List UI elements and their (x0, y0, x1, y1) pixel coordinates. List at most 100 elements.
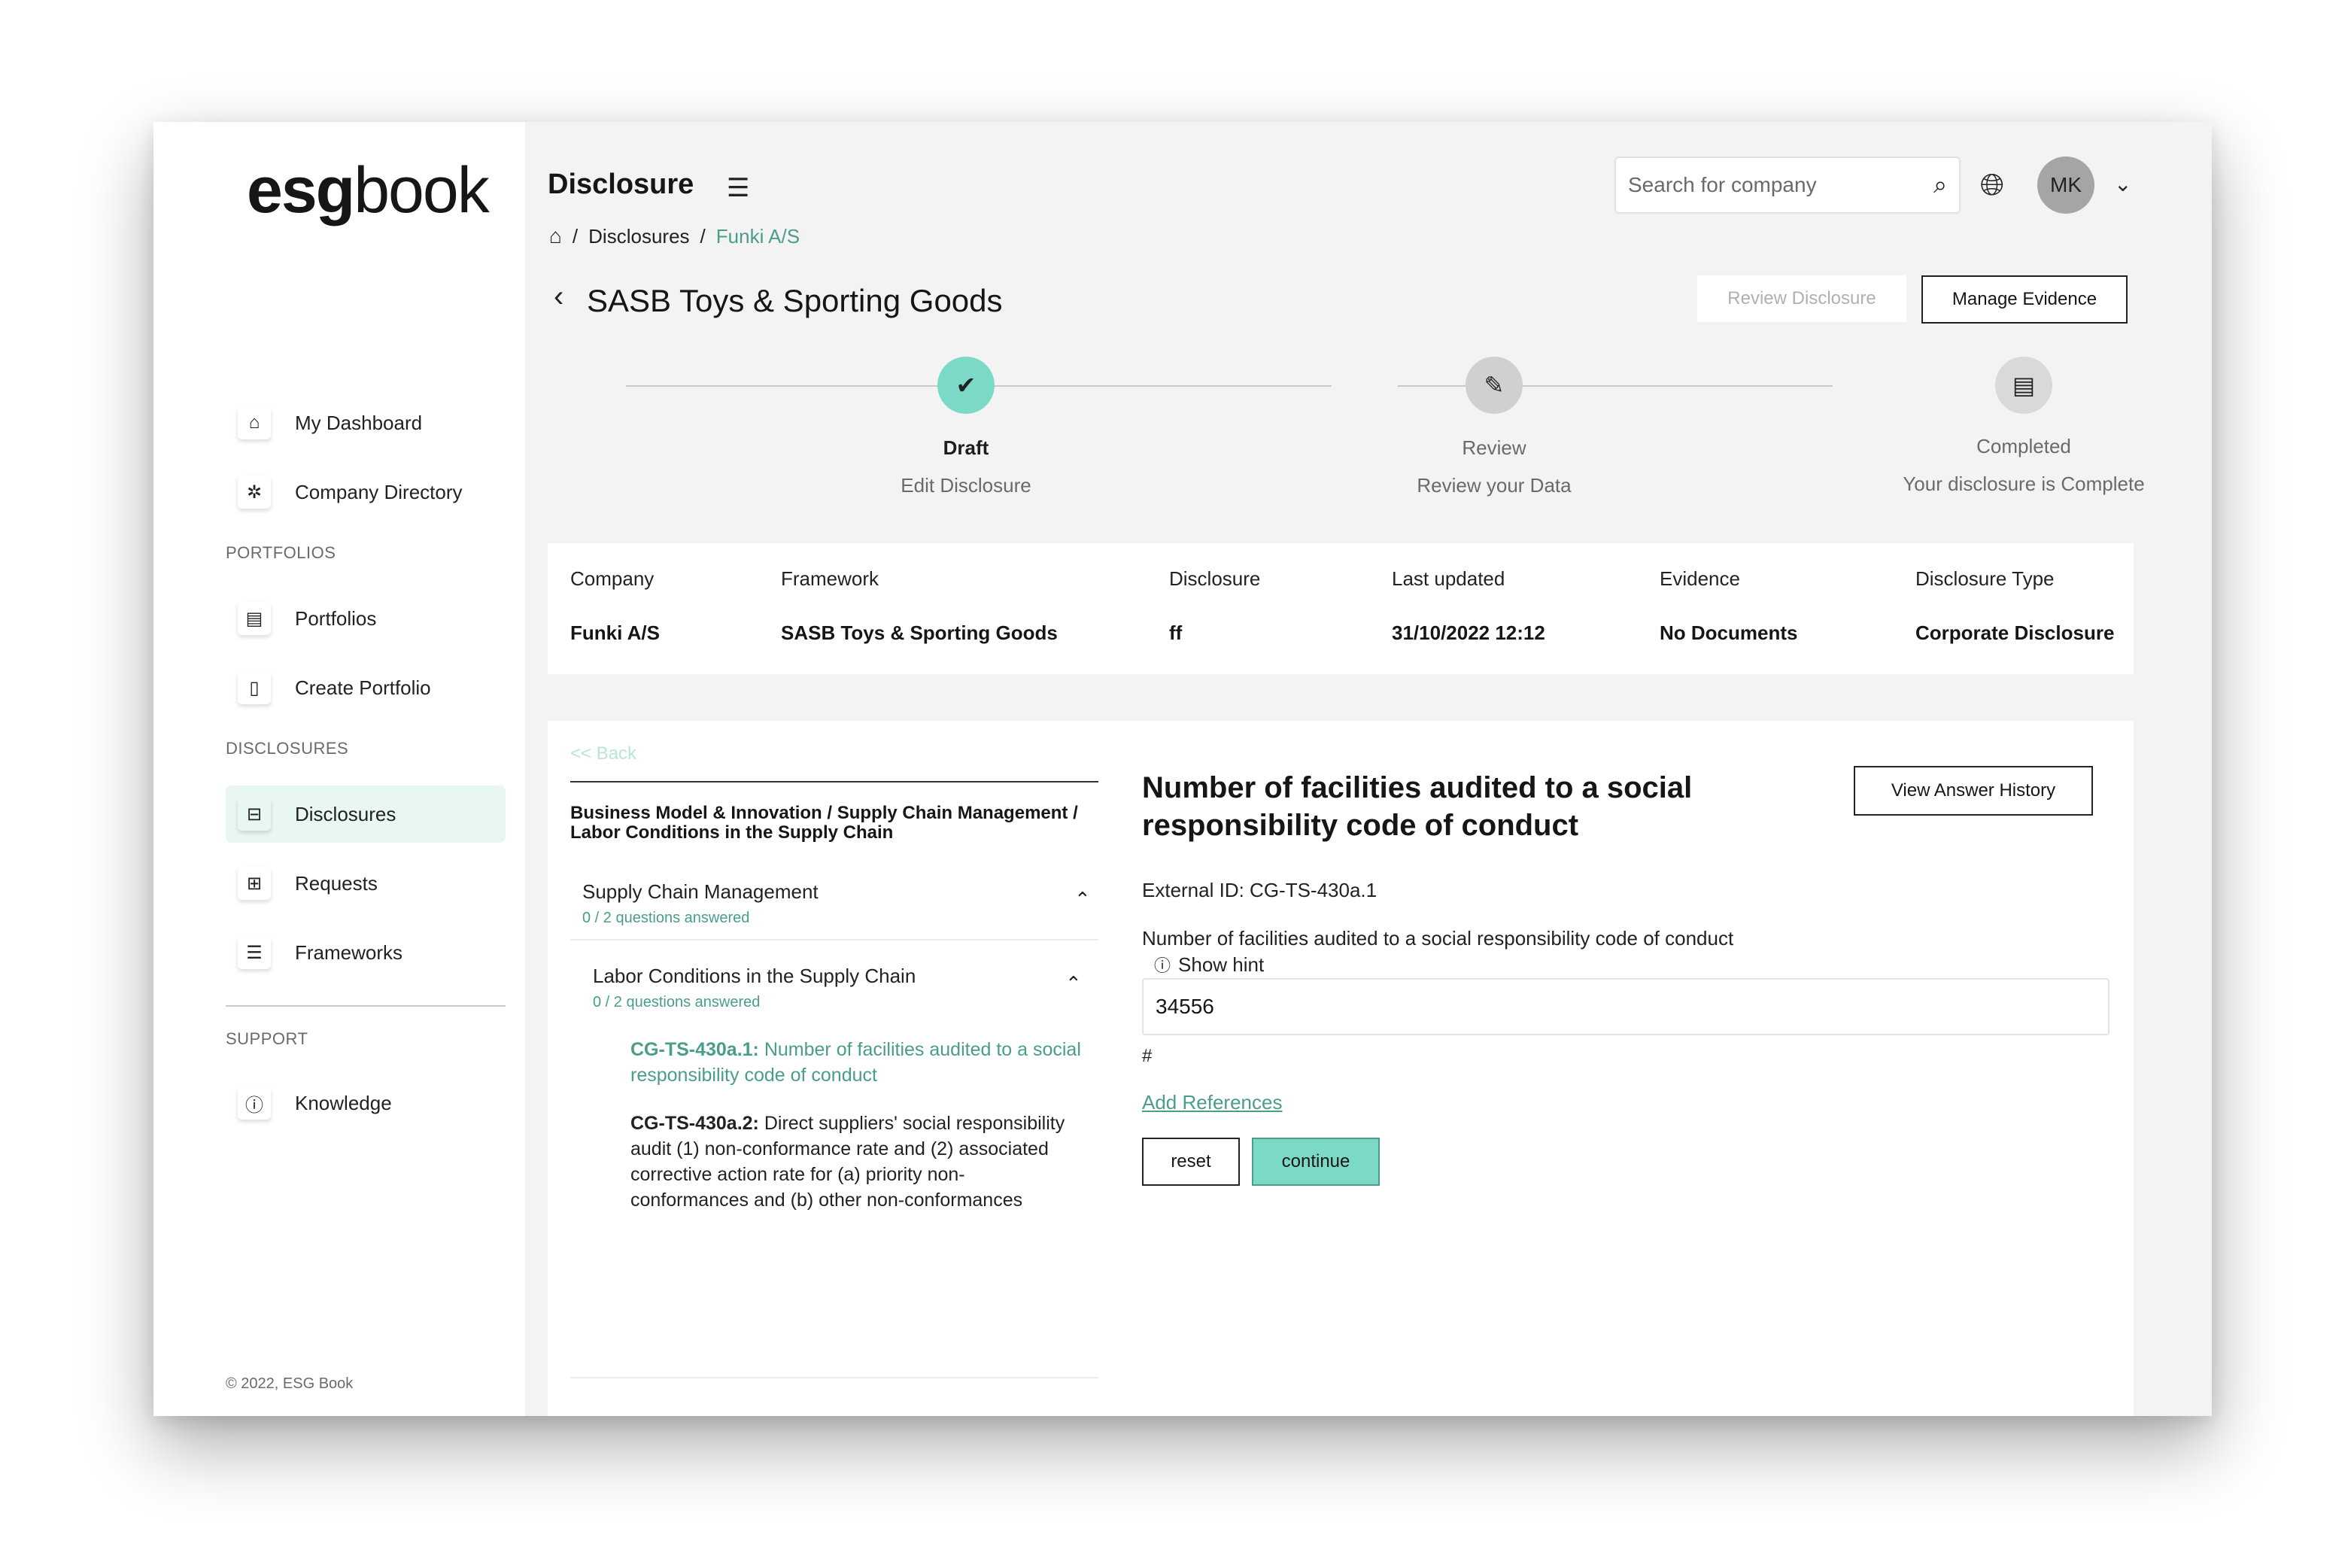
file-icon: ▯ (238, 671, 271, 704)
sidebar-item-label: My Dashboard (295, 411, 423, 434)
unit-label: # (1142, 1046, 1153, 1066)
inbox-icon: ⊟ (238, 798, 271, 831)
info-label-company: Company (570, 567, 655, 590)
disclosure-info-card: Company Funki A/S Framework SASB Toys & … (548, 543, 2134, 674)
breadcrumb-separator: / (572, 224, 579, 248)
step-title-draft: Draft (943, 436, 989, 459)
show-hint-toggle[interactable]: ⓘ Show hint (1154, 953, 1264, 977)
question-id: CG-TS-430a.1: (630, 1039, 759, 1060)
step-completed-document-icon[interactable]: ▤ (1995, 357, 2052, 414)
group-supply-chain-management[interactable]: Supply Chain Management 0 / 2 questions … (570, 880, 1098, 927)
info-value-company: Funki A/S (570, 621, 660, 644)
sidebar: esgbook ⌂ My Dashboard ✲ Company Directo… (153, 122, 525, 1416)
breadcrumb-separator: / (700, 224, 706, 248)
info-value-disclosure-type: Corporate Disclosure (1915, 621, 2115, 644)
group-title: Labor Conditions in the Supply Chain (593, 965, 916, 987)
info-label-evidence: Evidence (1660, 567, 1740, 590)
info-value-evidence: No Documents (1660, 621, 1798, 644)
copyright: © 2022, ESG Book (226, 1375, 354, 1392)
chevron-up-icon[interactable]: ⌃ (1074, 888, 1091, 911)
breadcrumb-current: Funki A/S (715, 224, 800, 248)
chevron-up-icon[interactable]: ⌃ (1065, 972, 1082, 995)
logo-text-esg: esg (247, 154, 355, 226)
disclosure-title: SASB Toys & Sporting Goods (587, 283, 1003, 318)
continue-button[interactable]: continue (1252, 1138, 1380, 1186)
home-icon[interactable]: ⌂ (549, 224, 562, 248)
group-title: Supply Chain Management (582, 880, 819, 903)
question-title: Number of facilities audited to a social… (1142, 771, 1693, 842)
add-references-link[interactable]: Add References (1142, 1091, 1282, 1114)
globe-icon[interactable]: 🌐︎ (1980, 169, 2004, 202)
info-label-disclosure-type: Disclosure Type (1915, 567, 2055, 590)
home-icon: ⌂ (238, 406, 271, 439)
step-subtitle-review: Review your Data (1417, 474, 1572, 497)
sidebar-item-knowledge[interactable]: ⓘ Knowledge (226, 1074, 506, 1132)
question-id: CG-TS-430a.2: (630, 1113, 759, 1134)
question-content-card: << Back Business Model & Innovation / Su… (548, 721, 2134, 1416)
view-answer-history-button[interactable]: View Answer History (1854, 766, 2093, 816)
search-input[interactable] (1628, 173, 1934, 197)
category-path: Business Model & Innovation / Supply Cha… (570, 803, 1078, 843)
logo-text-book: book (354, 154, 489, 226)
avatar[interactable]: MK (2037, 156, 2094, 214)
group-progress: 0 / 2 questions answered (582, 910, 750, 926)
step-review-pencil-icon[interactable]: ✎ (1466, 357, 1523, 414)
info-label-framework: Framework (781, 567, 879, 590)
reset-button[interactable]: reset (1142, 1138, 1240, 1186)
answer-input[interactable] (1142, 978, 2110, 1035)
avatar-initials: MK (2050, 173, 2082, 196)
external-id: External ID: CG-TS-430a.1 (1142, 879, 1377, 901)
info-label-last-updated: Last updated (1392, 567, 1505, 590)
menu-collapse-icon[interactable]: ☰ (727, 173, 749, 203)
info-value-last-updated: 31/10/2022 12:12 (1392, 621, 1545, 644)
sidebar-item-disclosures[interactable]: ⊟ Disclosures (226, 786, 506, 843)
stepper-line (1398, 385, 1833, 387)
chevron-down-icon[interactable]: ⌄ (2114, 172, 2131, 196)
answer-field-label: Number of facilities audited to a social… (1142, 927, 1734, 950)
info-circle-icon: ⓘ (238, 1086, 271, 1120)
request-icon: ⊞ (238, 867, 271, 900)
sidebar-item-frameworks[interactable]: ☰ Frameworks (226, 924, 506, 981)
sidebar-item-create-portfolio[interactable]: ▯ Create Portfolio (226, 659, 506, 716)
step-title-review: Review (1462, 436, 1526, 459)
stack-icon: ☰ (238, 936, 271, 969)
sidebar-item-portfolios[interactable]: ▤ Portfolios (226, 590, 506, 647)
page-title: Disclosure (548, 169, 694, 200)
breadcrumb-disclosures[interactable]: Disclosures (588, 225, 689, 248)
panel-divider (570, 781, 1098, 782)
step-subtitle-completed: Your disclosure is Complete (1903, 473, 2145, 495)
group-divider (570, 1377, 1098, 1378)
search-icon[interactable]: ⌕ (1933, 171, 1947, 199)
show-hint-label: Show hint (1178, 953, 1265, 976)
sidebar-item-label: Portfolios (295, 606, 377, 630)
step-draft-check-icon[interactable]: ✔ (937, 357, 995, 414)
search-box: ⌕ (1614, 156, 1961, 214)
sidebar-item-label: Knowledge (295, 1091, 392, 1114)
step-subtitle-draft: Edit Disclosure (901, 474, 1031, 497)
breadcrumb: ⌂ / Disclosures / Funki A/S (549, 224, 800, 248)
sidebar-item-my-dashboard[interactable]: ⌂ My Dashboard (226, 394, 506, 451)
info-value-framework: SASB Toys & Sporting Goods (781, 621, 1058, 644)
question-item-cg-ts-430a-2[interactable]: CG-TS-430a.2: Direct suppliers' social r… (630, 1111, 1082, 1213)
group-divider (570, 939, 1098, 940)
question-item-cg-ts-430a-1[interactable]: CG-TS-430a.1: Number of facilities audit… (630, 1037, 1082, 1088)
group-labor-conditions[interactable]: Labor Conditions in the Supply Chain 0 /… (570, 965, 1098, 1011)
sidebar-item-requests[interactable]: ⊞ Requests (226, 855, 506, 912)
folder-icon: ▤ (238, 602, 271, 635)
manage-evidence-button[interactable]: Manage Evidence (1921, 275, 2128, 324)
sidebar-item-label: Frameworks (295, 940, 403, 964)
sidebar-item-label: Requests (295, 871, 378, 895)
section-label-disclosures: DISCLOSURES (226, 739, 349, 758)
back-link[interactable]: << Back (570, 743, 636, 764)
step-title-completed: Completed (1976, 435, 2071, 457)
sidebar-divider (226, 1005, 506, 1007)
section-label-support: SUPPORT (226, 1029, 308, 1048)
app-window: esgbook ⌂ My Dashboard ✲ Company Directo… (153, 122, 2212, 1416)
network-icon: ✲ (238, 476, 271, 509)
back-chevron-icon[interactable]: ‹ (554, 280, 563, 314)
section-label-portfolios: PORTFOLIOS (226, 543, 336, 562)
esgbook-logo[interactable]: esgbook (247, 153, 490, 228)
sidebar-item-label: Company Directory (295, 480, 463, 503)
sidebar-item-company-directory[interactable]: ✲ Company Directory (226, 463, 506, 521)
review-disclosure-button[interactable]: Review Disclosure (1697, 275, 1906, 322)
